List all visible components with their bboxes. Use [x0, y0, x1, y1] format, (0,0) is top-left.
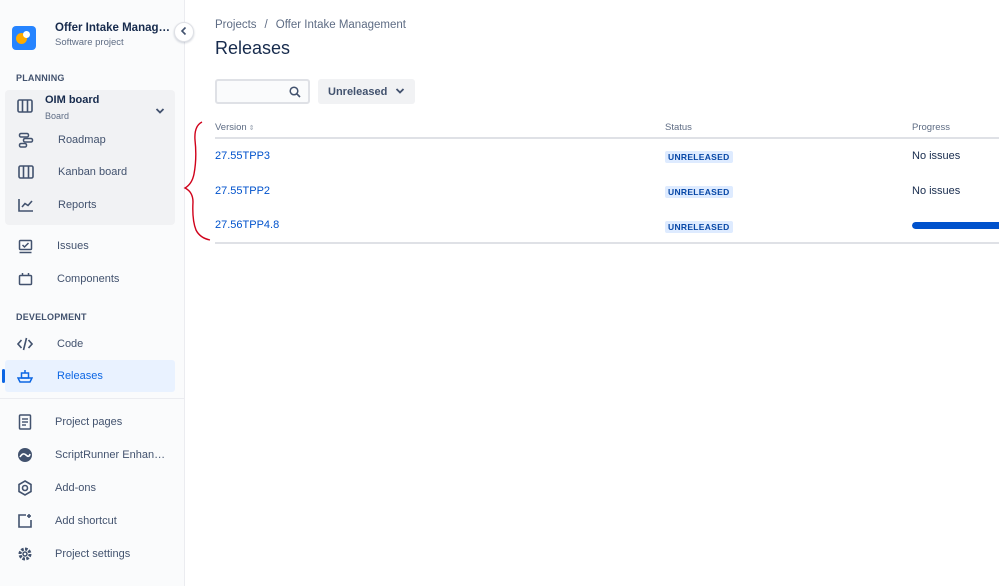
active-indicator [2, 369, 5, 383]
sidebar-item-label: Add shortcut [55, 515, 117, 527]
sidebar-item-project-settings[interactable]: Project settings [5, 538, 175, 570]
search-icon [289, 85, 301, 103]
sort-icon: ⇕ [248, 125, 255, 132]
project-header[interactable]: Offer Intake Management Software project [12, 20, 173, 50]
column-header-status: Status [665, 122, 692, 133]
project-pages-icon [5, 414, 45, 430]
search-input[interactable] [217, 81, 287, 102]
version-link[interactable]: 27.56TPP4.8 [215, 219, 279, 231]
board-subtitle: Board [45, 111, 70, 121]
releases-icon [5, 369, 45, 383]
sidebar: Offer Intake Management Software project… [0, 0, 185, 586]
sidebar-item-project-pages[interactable]: Project pages [5, 406, 175, 438]
sidebar-item-releases[interactable]: Releases [5, 360, 175, 392]
development-section-label: DEVELOPMENT [16, 312, 87, 322]
sidebar-item-issues[interactable]: Issues [5, 230, 175, 262]
sidebar-item-label: Issues [57, 240, 89, 252]
issues-icon [5, 239, 45, 254]
version-link[interactable]: 27.55TPP3 [215, 150, 270, 162]
sidebar-item-label: Roadmap [58, 134, 106, 146]
sidebar-divider [0, 398, 184, 399]
roadmap-icon [6, 132, 46, 148]
sidebar-item-label: Project pages [55, 416, 123, 428]
kanban-board-icon [6, 165, 46, 179]
sidebar-item-label: Add-ons [55, 482, 96, 494]
breadcrumb-separator: / [264, 19, 268, 31]
planning-section-label: PLANNING [16, 73, 65, 83]
project-settings-icon [5, 546, 45, 562]
table-header-divider [215, 137, 999, 139]
column-header-version[interactable]: Version ⇕ [215, 122, 255, 133]
sidebar-item-add-ons[interactable]: Add-ons [5, 472, 175, 504]
sidebar-item-label: ScriptRunner Enhanced Search [55, 449, 167, 461]
sidebar-item-label: Kanban board [58, 166, 128, 178]
collapse-sidebar-button[interactable] [174, 22, 194, 42]
reports-icon [6, 198, 46, 212]
board-switcher[interactable]: OIM board Board [5, 90, 175, 124]
table-bottom-divider [215, 242, 999, 244]
page-title: Releases [215, 38, 291, 58]
annotation-brace [183, 121, 211, 241]
sidebar-item-reports[interactable]: Reports [6, 189, 176, 221]
status-badge: UNRELEASED [665, 186, 733, 198]
scriptrunner-icon [5, 447, 45, 463]
sidebar-item-label: Components [57, 273, 120, 285]
status-badge: UNRELEASED [665, 151, 733, 163]
search-field[interactable] [215, 79, 310, 104]
project-name: Offer Intake Management [55, 22, 173, 34]
breadcrumb: Projects / Offer Intake Management [215, 19, 406, 31]
sidebar-item-label: Project settings [55, 548, 131, 560]
add-ons-icon [5, 480, 45, 496]
sidebar-item-label: Code [57, 338, 84, 350]
add-shortcut-icon [5, 513, 45, 529]
code-icon [5, 337, 45, 351]
status-badge: UNRELEASED [665, 221, 733, 233]
project-type: Software project [55, 37, 124, 48]
sidebar-item-kanban-board[interactable]: Kanban board [6, 156, 176, 188]
chevron-down-icon [395, 86, 405, 98]
status-filter-dropdown[interactable]: Unreleased [318, 79, 415, 104]
breadcrumb-project[interactable]: Offer Intake Management [276, 19, 406, 31]
chevron-left-icon [180, 23, 188, 41]
sidebar-item-label: Releases [57, 370, 103, 382]
sidebar-item-code[interactable]: Code [5, 328, 175, 360]
board-icon [17, 99, 33, 118]
progress-text: No issues [912, 150, 961, 162]
version-link[interactable]: 27.55TPP2 [215, 185, 270, 197]
chevron-down-icon[interactable] [155, 102, 165, 120]
progress-fill [912, 222, 999, 229]
project-avatar-icon [12, 26, 36, 50]
column-header-progress: Progress [912, 122, 951, 133]
sidebar-item-label: Reports [58, 199, 97, 211]
sidebar-item-roadmap[interactable]: Roadmap [6, 124, 176, 156]
components-icon [5, 272, 45, 286]
progress-bar [912, 222, 999, 229]
status-filter-label: Unreleased [328, 85, 388, 98]
sidebar-item-scriptrunner[interactable]: ScriptRunner Enhanced Search [5, 439, 175, 471]
sidebar-item-components[interactable]: Components [5, 263, 175, 295]
board-title: OIM board [45, 94, 100, 106]
breadcrumb-projects[interactable]: Projects [215, 19, 257, 31]
sidebar-item-add-shortcut[interactable]: Add shortcut [5, 505, 175, 537]
progress-text: No issues [912, 185, 961, 197]
